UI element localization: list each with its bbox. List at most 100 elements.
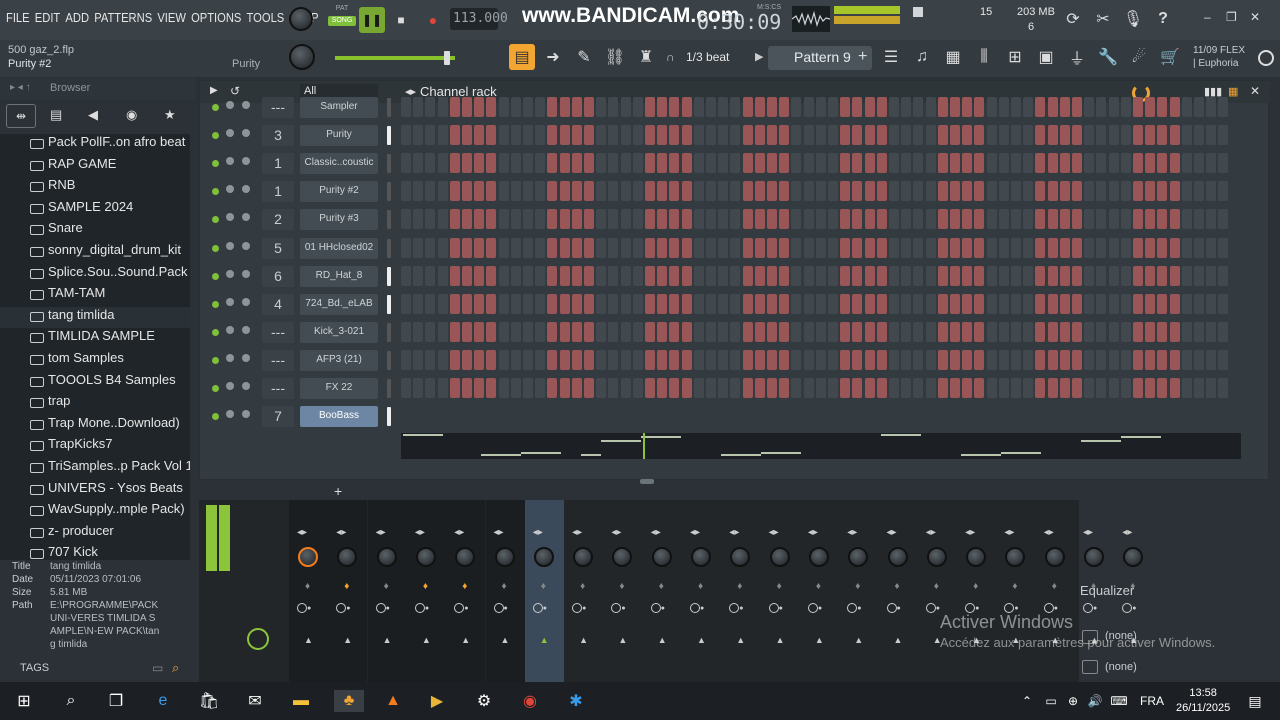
slot-toggle-2[interactable] [1082, 660, 1098, 674]
step-button[interactable] [498, 181, 509, 202]
step-button[interactable] [1157, 181, 1168, 202]
step-button[interactable] [669, 237, 680, 258]
step-button[interactable] [998, 97, 1009, 117]
step-button[interactable] [498, 378, 509, 398]
step-button[interactable] [767, 265, 777, 286]
step-button[interactable] [486, 97, 497, 117]
step-button[interactable] [608, 378, 619, 398]
step-button[interactable] [925, 125, 936, 146]
step-button[interactable] [559, 153, 570, 174]
step-button[interactable] [742, 181, 753, 202]
channel-select-indicator[interactable] [387, 379, 391, 398]
step-button[interactable] [1011, 293, 1021, 314]
step-button[interactable] [1133, 237, 1143, 258]
volume-knob[interactable] [242, 157, 250, 166]
step-button[interactable] [1072, 153, 1082, 174]
step-button[interactable] [998, 209, 1009, 230]
dot-icon[interactable]: ● [621, 605, 625, 612]
search-icon[interactable]: ⌕ [172, 660, 179, 676]
phase-icon[interactable] [297, 603, 307, 613]
pan-knob[interactable] [298, 547, 318, 567]
step-button[interactable] [1169, 237, 1180, 258]
mixer-track-number[interactable]: --- [262, 321, 294, 343]
dot-icon[interactable]: ● [464, 605, 468, 612]
windows-start-icon[interactable]: ⊞ [13, 690, 35, 712]
step-button[interactable] [498, 349, 509, 370]
step-button[interactable] [815, 321, 826, 342]
channel-select-indicator[interactable] [387, 238, 391, 258]
step-button[interactable] [864, 97, 875, 117]
step-button[interactable] [559, 349, 570, 370]
step-button[interactable] [779, 321, 790, 342]
volume-knob[interactable] [242, 297, 250, 306]
mixer-insert-strip[interactable]: ◂▸ ♦ ● ▲ [839, 500, 878, 682]
step-button[interactable] [779, 237, 790, 258]
step-button[interactable] [1194, 237, 1204, 258]
step-button[interactable] [1181, 349, 1192, 370]
phase-icon[interactable] [532, 603, 543, 613]
step-button[interactable] [1035, 125, 1046, 146]
step-button[interactable] [437, 237, 448, 258]
browser-folder-item[interactable]: RNB [0, 177, 190, 199]
minimize-icon[interactable]: – [1204, 10, 1211, 24]
step-button[interactable] [1047, 293, 1058, 314]
browser-folder-item[interactable]: tang timlida [0, 306, 190, 329]
step-button[interactable] [547, 97, 558, 117]
mixer-insert-strip[interactable]: ◂▸ ♦ ● ▲ [289, 500, 328, 682]
step-button[interactable] [425, 293, 436, 314]
dot-icon[interactable]: ● [346, 605, 350, 612]
step-button[interactable] [559, 293, 570, 314]
step-button[interactable] [828, 125, 838, 146]
step-button[interactable] [596, 321, 607, 342]
step-button[interactable] [852, 349, 863, 370]
step-button[interactable] [803, 321, 814, 342]
stereo-icon[interactable]: ♦ [659, 581, 664, 592]
step-button[interactable] [547, 321, 558, 342]
step-button[interactable] [1072, 321, 1082, 342]
step-button[interactable] [523, 265, 533, 286]
step-button[interactable] [962, 125, 973, 146]
step-button[interactable] [840, 181, 851, 202]
step-button[interactable] [693, 181, 704, 202]
step-button[interactable] [718, 181, 729, 202]
step-button[interactable] [815, 97, 826, 117]
pan-knob[interactable] [848, 547, 869, 567]
step-button[interactable] [1194, 293, 1204, 314]
channel-button[interactable]: Kick_3-021 [300, 321, 378, 343]
step-button[interactable] [1145, 181, 1156, 202]
step-button[interactable] [986, 237, 997, 258]
step-button[interactable] [1133, 209, 1143, 230]
step-button[interactable] [535, 181, 546, 202]
pattern-selector[interactable]: Pattern 9 [768, 46, 872, 70]
add-pattern-icon[interactable]: + [858, 48, 867, 66]
mixer-insert-strip[interactable]: ◂▸ ♦ ● ▲ [800, 500, 839, 682]
step-button[interactable] [645, 125, 655, 146]
step-button[interactable] [1059, 378, 1070, 398]
volume-knob[interactable] [242, 410, 250, 419]
step-button[interactable] [950, 237, 960, 258]
step-button[interactable] [1169, 321, 1180, 342]
step-button[interactable] [852, 378, 863, 398]
step-button[interactable] [1035, 237, 1046, 258]
phase-icon[interactable] [611, 603, 622, 613]
step-button[interactable] [1169, 97, 1180, 117]
mixer-insert-strip[interactable]: ◂▸ ♦ ● ▲ [367, 500, 407, 682]
mixer-icon[interactable]: ⫼ [971, 44, 997, 70]
step-button[interactable] [449, 125, 460, 146]
step-button[interactable] [706, 97, 716, 117]
menu-edit[interactable]: EDIT [35, 10, 60, 25]
step-button[interactable] [632, 125, 643, 146]
pan-knob[interactable] [337, 547, 358, 567]
step-button[interactable] [718, 378, 729, 398]
browser-folder-item[interactable]: TIMLIDA SAMPLE [0, 328, 190, 350]
store-icon[interactable]: 🛍 [198, 690, 220, 712]
step-button[interactable] [1023, 237, 1034, 258]
step-button[interactable] [1181, 378, 1192, 398]
step-button[interactable] [803, 293, 814, 314]
arrow-right-icon[interactable]: ➜ [540, 44, 566, 70]
step-button[interactable] [547, 209, 558, 230]
step-button[interactable] [1096, 181, 1107, 202]
step-button[interactable] [1023, 321, 1034, 342]
step-button[interactable] [828, 321, 838, 342]
step-button[interactable] [1218, 349, 1229, 370]
